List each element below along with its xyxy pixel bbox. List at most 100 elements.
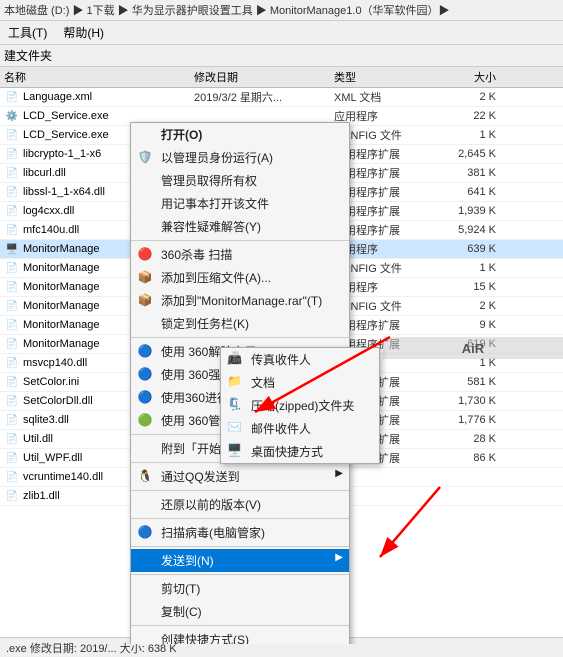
file-name: zlib1.dll [23, 490, 60, 502]
air-label: AiR [383, 337, 563, 359]
submenu-item[interactable]: 📁文档 [221, 371, 379, 394]
menu-item-icon: 🔵 [137, 366, 153, 382]
context-menu-separator [131, 490, 349, 491]
file-size: 9 K [430, 319, 500, 331]
file-name: MonitorManage [23, 300, 99, 312]
file-icon: 📄 [4, 89, 20, 105]
col-header-date[interactable]: 修改日期 [190, 69, 330, 85]
submenu-item-icon: ✉️ [227, 420, 242, 434]
menu-tools[interactable]: 工具(T) [4, 23, 51, 42]
file-size: 86 K [430, 452, 500, 464]
menu-item-icon: 🔴 [137, 246, 153, 262]
submenu-item[interactable]: 📠传真收件人 [221, 348, 379, 371]
file-icon: 📄 [4, 184, 20, 200]
file-name: Language.xml [23, 91, 92, 103]
file-size: 28 K [430, 433, 500, 445]
context-menu-separator [131, 574, 349, 575]
file-icon: 📄 [4, 355, 20, 371]
file-name: sqlite3.dll [23, 414, 69, 426]
menu-help[interactable]: 帮助(H) [59, 23, 108, 42]
menu-item-icon: 🔵 [137, 524, 153, 540]
submenu-item[interactable]: 🖥️桌面快捷方式 [221, 440, 379, 463]
col-header-type[interactable]: 类型 [330, 69, 430, 85]
context-menu-separator [131, 546, 349, 547]
context-menu-item[interactable]: 还原以前的版本(V) [131, 493, 349, 516]
submenu-sendto: 📠传真收件人📁文档🗜️压缩(zipped)文件夹✉️邮件收件人🖥️桌面快捷方式 [220, 347, 380, 464]
col-header-size[interactable]: 大小 [430, 69, 500, 85]
submenu-item-icon: 📁 [227, 374, 242, 388]
file-icon: 📄 [4, 412, 20, 428]
context-menu-separator [131, 518, 349, 519]
context-menu-item[interactable]: 打开(O) [131, 123, 349, 146]
file-icon: 📄 [4, 298, 20, 314]
context-menu-item[interactable]: 🐧通过QQ发送到 [131, 465, 349, 488]
file-size: 15 K [430, 281, 500, 293]
file-icon: 📄 [4, 488, 20, 504]
table-row[interactable]: 📄 Language.xml 2019/3/2 星期六... XML 文档 2 … [0, 88, 563, 107]
context-menu-separator [131, 337, 349, 338]
file-name: libcurl.dll [23, 167, 66, 179]
file-icon: 📄 [4, 165, 20, 181]
menu-bar: 工具(T) 帮助(H) [0, 21, 563, 45]
file-icon: 📄 [4, 336, 20, 352]
file-size: 22 K [430, 110, 500, 122]
file-size: 381 K [430, 167, 500, 179]
context-menu-item[interactable]: 发送到(N) [131, 549, 349, 572]
context-menu-item[interactable]: 锁定到任务栏(K) [131, 312, 349, 335]
context-menu-separator [131, 240, 349, 241]
file-icon: 🖥️ [4, 241, 20, 257]
file-list-area: 名称 修改日期 类型 大小 📄 Language.xml 2019/3/2 星期… [0, 67, 563, 644]
new-folder-button[interactable]: 建文件夹 [4, 49, 52, 63]
file-icon: 📄 [4, 127, 20, 143]
file-size: 1 K [430, 129, 500, 141]
submenu-item-icon: 🗜️ [227, 397, 242, 411]
col-header-name[interactable]: 名称 [0, 69, 190, 85]
file-name: vcruntime140.dll [23, 471, 103, 483]
file-name: Util.dll [23, 433, 53, 445]
context-menu-item[interactable]: 🔵扫描病毒(电脑管家) [131, 521, 349, 544]
file-size: 1 K [430, 262, 500, 274]
toolbar: 建文件夹 [0, 45, 563, 67]
context-menu-item[interactable]: 📦添加到"MonitorManage.rar"(T) [131, 289, 349, 312]
file-name: MonitorManage [23, 319, 99, 331]
context-menu-item[interactable]: 创建快捷方式(S) [131, 628, 349, 644]
submenu-item[interactable]: 🗜️压缩(zipped)文件夹 [221, 394, 379, 417]
context-menu-separator [131, 625, 349, 626]
file-icon: 📄 [4, 222, 20, 238]
file-name: libssl-1_1-x64.dll [23, 186, 105, 198]
context-menu-item[interactable]: 剪切(T) [131, 577, 349, 600]
file-name: libcrypto-1_1-x6 [23, 148, 101, 160]
context-menu-item[interactable]: 管理员取得所有权 [131, 169, 349, 192]
file-name: SetColor.ini [23, 376, 79, 388]
file-size: 5,924 K [430, 224, 500, 236]
context-menu-item[interactable]: 🔴360杀毒 扫描 [131, 243, 349, 266]
file-name: MonitorManage [23, 262, 99, 274]
file-icon: 📄 [4, 469, 20, 485]
file-icon: 📄 [4, 450, 20, 466]
submenu-item-icon: 🖥️ [227, 443, 242, 457]
submenu-item-icon: 📠 [227, 351, 242, 365]
menu-item-icon: 🔵 [137, 343, 153, 359]
submenu-item[interactable]: ✉️邮件收件人 [221, 417, 379, 440]
column-headers: 名称 修改日期 类型 大小 [0, 67, 563, 88]
context-menu-item[interactable]: 📦添加到压缩文件(A)... [131, 266, 349, 289]
file-icon: 📄 [4, 374, 20, 390]
file-size: 1,730 K [430, 395, 500, 407]
file-size: 2 K [430, 91, 500, 103]
context-menu-item[interactable]: 兼容性疑难解答(Y) [131, 215, 349, 238]
file-icon: 📄 [4, 279, 20, 295]
menu-item-icon: 📦 [137, 269, 153, 285]
file-icon: 📄 [4, 260, 20, 276]
file-size: 2 K [430, 300, 500, 312]
file-size: 641 K [430, 186, 500, 198]
context-menu-item[interactable]: 用记事本打开该文件 [131, 192, 349, 215]
file-icon: 📄 [4, 393, 20, 409]
menu-item-icon: 🟢 [137, 412, 153, 428]
file-name: MonitorManage [23, 338, 99, 350]
file-icon: 📄 [4, 431, 20, 447]
file-name: log4cxx.dll [23, 205, 74, 217]
context-menu-item[interactable]: 复制(C) [131, 600, 349, 623]
menu-item-icon: 🛡️ [137, 149, 153, 165]
file-name: LCD_Service.exe [23, 129, 109, 141]
context-menu-item[interactable]: 🛡️以管理员身份运行(A) [131, 146, 349, 169]
